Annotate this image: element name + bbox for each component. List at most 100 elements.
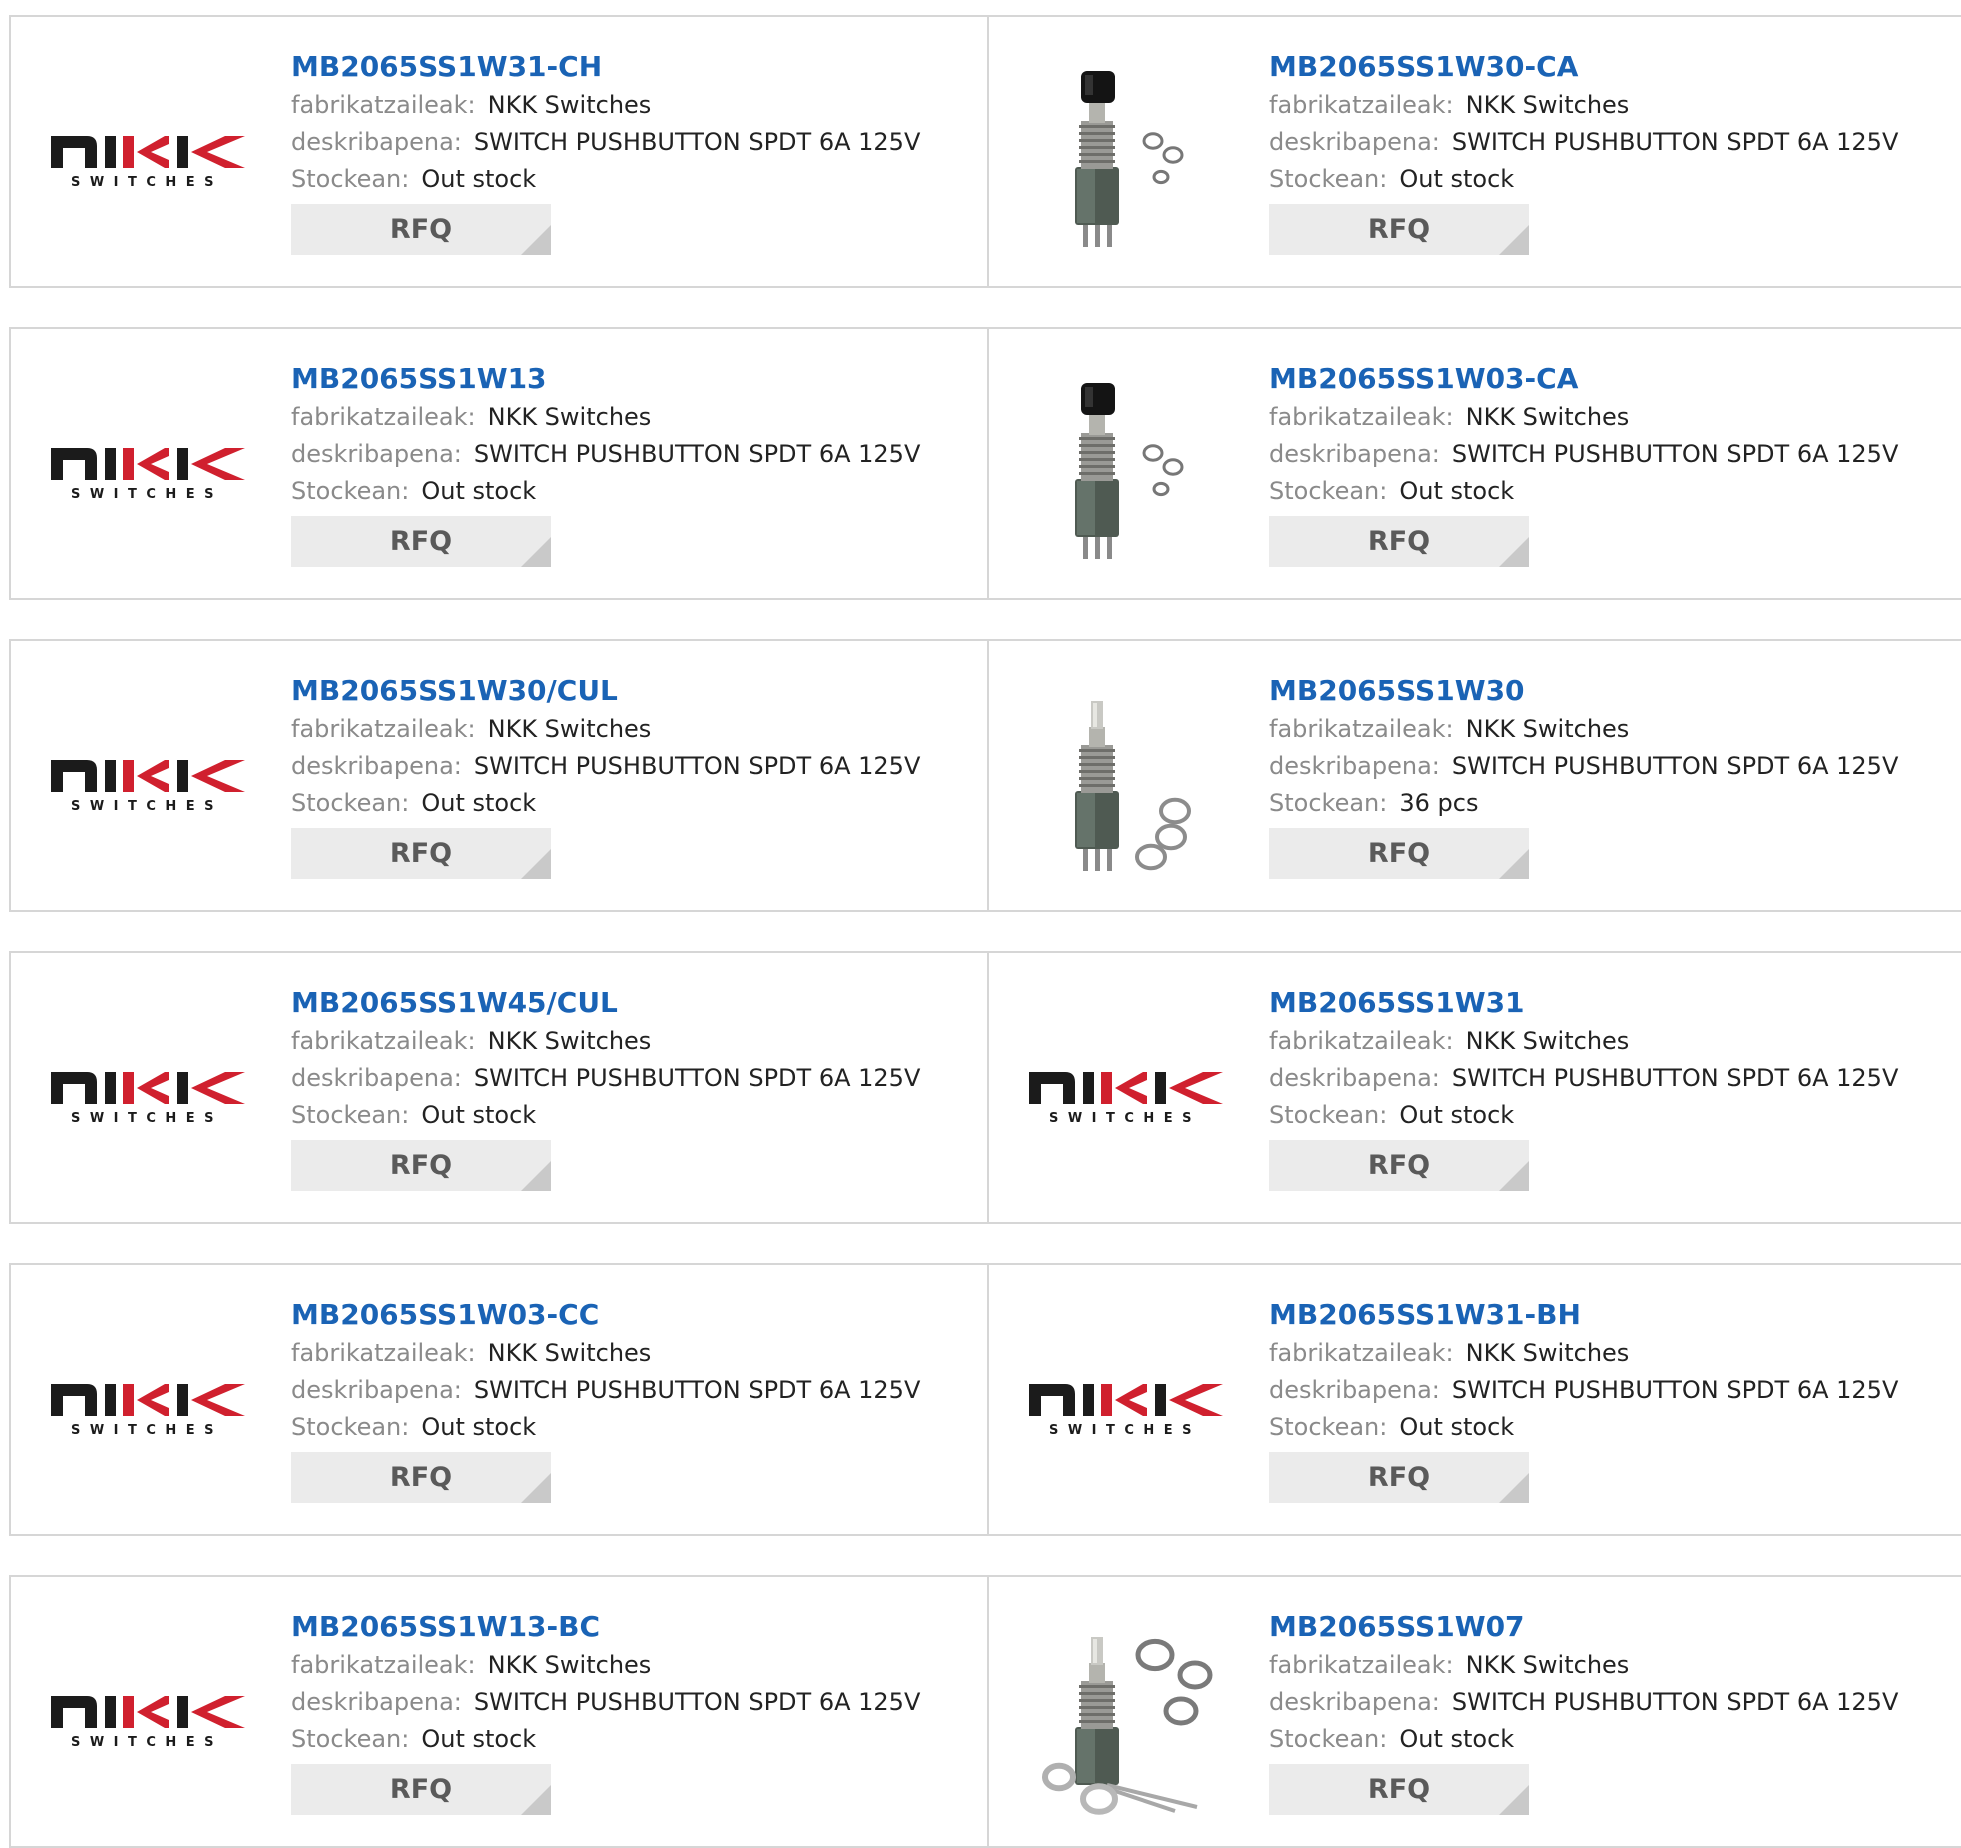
manufacturer-label: fabrikatzaileak: bbox=[1269, 91, 1454, 119]
manufacturer-value: NKK Switches bbox=[487, 1651, 652, 1679]
description-line: deskribapena: SWITCH PUSHBUTTON SPDT 6A 1… bbox=[1269, 1684, 1909, 1721]
nkk-logo[interactable]: SWITCHES bbox=[47, 367, 247, 567]
stock-label: Stockean: bbox=[1269, 477, 1388, 505]
svg-text:SWITCHES: SWITCHES bbox=[1049, 1111, 1201, 1126]
part-number-link[interactable]: MB2065SS1W45/CUL bbox=[291, 983, 931, 1023]
corner-fold-icon bbox=[1499, 1473, 1529, 1503]
rfq-button[interactable]: RFQ bbox=[291, 1764, 551, 1815]
part-number-link[interactable]: MB2065SS1W03-CA bbox=[1269, 359, 1909, 399]
rfq-button[interactable]: RFQ bbox=[1269, 1452, 1529, 1503]
svg-text:SWITCHES: SWITCHES bbox=[71, 175, 223, 190]
manufacturer-value: NKK Switches bbox=[1465, 1027, 1630, 1055]
description-value: SWITCH PUSHBUTTON SPDT 6A 125V bbox=[1451, 1688, 1899, 1716]
manufacturer-line: fabrikatzaileak: NKK Switches bbox=[1269, 1023, 1909, 1060]
stock-value: Out stock bbox=[1399, 165, 1515, 193]
product-info: MB2065SS1W03-CC fabrikatzaileak: NKK Switc… bbox=[291, 1295, 931, 1503]
product-photo[interactable] bbox=[1025, 55, 1225, 255]
manufacturer-value: NKK Switches bbox=[487, 403, 652, 431]
description-label: deskribapena: bbox=[291, 1688, 462, 1716]
rfq-button[interactable]: RFQ bbox=[291, 828, 551, 879]
stock-value: Out stock bbox=[421, 789, 537, 817]
manufacturer-line: fabrikatzaileak: NKK Switches bbox=[291, 1647, 931, 1684]
product-info: MB2065SS1W30-CA fabrikatzaileak: NKK Switc… bbox=[1269, 47, 1909, 255]
description-label: deskribapena: bbox=[1269, 128, 1440, 156]
description-value: SWITCH PUSHBUTTON SPDT 6A 125V bbox=[473, 440, 921, 468]
manufacturer-label: fabrikatzaileak: bbox=[291, 1339, 476, 1367]
stock-line: Stockean: Out stock bbox=[291, 161, 931, 198]
rfq-button[interactable]: RFQ bbox=[291, 1452, 551, 1503]
product-info: MB2065SS1W30 fabrikatzaileak: NKK Switches… bbox=[1269, 671, 1909, 879]
description-line: deskribapena: SWITCH PUSHBUTTON SPDT 6A 1… bbox=[291, 1372, 931, 1409]
description-value: SWITCH PUSHBUTTON SPDT 6A 125V bbox=[473, 1688, 921, 1716]
part-number-link[interactable]: MB2065SS1W07 bbox=[1269, 1607, 1909, 1647]
product-photo[interactable] bbox=[1025, 367, 1225, 567]
nkk-logo[interactable]: SWITCHES bbox=[47, 991, 247, 1191]
svg-text:SWITCHES: SWITCHES bbox=[71, 1423, 223, 1438]
nkk-logo[interactable]: SWITCHES bbox=[47, 679, 247, 879]
stock-value: Out stock bbox=[1399, 477, 1515, 505]
rfq-label: RFQ bbox=[1367, 214, 1431, 245]
rfq-button[interactable]: RFQ bbox=[291, 1140, 551, 1191]
part-number-link[interactable]: MB2065SS1W13 bbox=[291, 359, 931, 399]
description-label: deskribapena: bbox=[291, 128, 462, 156]
part-number-link[interactable]: MB2065SS1W31-CH bbox=[291, 47, 931, 87]
product-card: SWITCHES MB2065SS1W13 fabrikatzaileak: NKK … bbox=[11, 329, 989, 598]
nkk-logo[interactable]: SWITCHES bbox=[1025, 1303, 1225, 1503]
rfq-button[interactable]: RFQ bbox=[1269, 828, 1529, 879]
description-value: SWITCH PUSHBUTTON SPDT 6A 125V bbox=[473, 128, 921, 156]
part-number-link[interactable]: MB2065SS1W13-BC bbox=[291, 1607, 931, 1647]
corner-fold-icon bbox=[1499, 225, 1529, 255]
nkk-logo[interactable]: SWITCHES bbox=[47, 1303, 247, 1503]
manufacturer-line: fabrikatzaileak: NKK Switches bbox=[291, 711, 931, 748]
rfq-label: RFQ bbox=[1367, 1462, 1431, 1493]
rfq-button[interactable]: RFQ bbox=[1269, 1140, 1529, 1191]
part-number-link[interactable]: MB2065SS1W31 bbox=[1269, 983, 1909, 1023]
stock-line: Stockean: Out stock bbox=[291, 1721, 931, 1758]
corner-fold-icon bbox=[1499, 849, 1529, 879]
manufacturer-value: NKK Switches bbox=[487, 1339, 652, 1367]
part-number-link[interactable]: MB2065SS1W30-CA bbox=[1269, 47, 1909, 87]
rfq-button[interactable]: RFQ bbox=[1269, 1764, 1529, 1815]
description-label: deskribapena: bbox=[1269, 752, 1440, 780]
svg-text:SWITCHES: SWITCHES bbox=[71, 487, 223, 502]
manufacturer-line: fabrikatzaileak: NKK Switches bbox=[291, 1335, 931, 1372]
product-info: MB2065SS1W13 fabrikatzaileak: NKK Switches… bbox=[291, 359, 931, 567]
stock-value: 36 pcs bbox=[1399, 789, 1479, 817]
rfq-button[interactable]: RFQ bbox=[1269, 516, 1529, 567]
description-value: SWITCH PUSHBUTTON SPDT 6A 125V bbox=[473, 1376, 921, 1404]
product-photo[interactable] bbox=[1025, 1615, 1225, 1815]
part-number-link[interactable]: MB2065SS1W30/CUL bbox=[291, 671, 931, 711]
product-grid: SWITCHES MB2065SS1W31-CH fabrikatzaileak: N… bbox=[0, 0, 1961, 1848]
description-label: deskribapena: bbox=[291, 1064, 462, 1092]
description-line: deskribapena: SWITCH PUSHBUTTON SPDT 6A 1… bbox=[291, 748, 931, 785]
rfq-button[interactable]: RFQ bbox=[291, 204, 551, 255]
stock-line: Stockean: Out stock bbox=[1269, 1097, 1909, 1134]
description-value: SWITCH PUSHBUTTON SPDT 6A 125V bbox=[1451, 752, 1899, 780]
stock-line: Stockean: Out stock bbox=[1269, 161, 1909, 198]
rfq-button[interactable]: RFQ bbox=[1269, 204, 1529, 255]
nkk-logo[interactable]: SWITCHES bbox=[47, 55, 247, 255]
stock-line: Stockean: 36 pcs bbox=[1269, 785, 1909, 822]
product-photo[interactable] bbox=[1025, 679, 1225, 879]
stock-label: Stockean: bbox=[291, 1413, 410, 1441]
nkk-logo[interactable]: SWITCHES bbox=[47, 1615, 247, 1815]
product-row: SWITCHES MB2065SS1W13-BC fabrikatzaileak: N… bbox=[9, 1575, 1961, 1848]
stock-line: Stockean: Out stock bbox=[1269, 473, 1909, 510]
part-number-link[interactable]: MB2065SS1W30 bbox=[1269, 671, 1909, 711]
product-info: MB2065SS1W31-BH fabrikatzaileak: NKK Switc… bbox=[1269, 1295, 1909, 1503]
part-number-link[interactable]: MB2065SS1W31-BH bbox=[1269, 1295, 1909, 1335]
product-card: SWITCHES MB2065SS1W13-BC fabrikatzaileak: N… bbox=[11, 1577, 989, 1846]
stock-label: Stockean: bbox=[291, 789, 410, 817]
stock-label: Stockean: bbox=[291, 1101, 410, 1129]
rfq-label: RFQ bbox=[389, 1462, 453, 1493]
rfq-button[interactable]: RFQ bbox=[291, 516, 551, 567]
corner-fold-icon bbox=[521, 1473, 551, 1503]
stock-line: Stockean: Out stock bbox=[1269, 1721, 1909, 1758]
nkk-logo[interactable]: SWITCHES bbox=[1025, 991, 1225, 1191]
product-card: SWITCHES MB2065SS1W31-BH fabrikatzaileak: N… bbox=[989, 1265, 1961, 1534]
description-line: deskribapena: SWITCH PUSHBUTTON SPDT 6A 1… bbox=[291, 1060, 931, 1097]
manufacturer-value: NKK Switches bbox=[1465, 91, 1630, 119]
part-number-link[interactable]: MB2065SS1W03-CC bbox=[291, 1295, 931, 1335]
manufacturer-label: fabrikatzaileak: bbox=[291, 1651, 476, 1679]
manufacturer-label: fabrikatzaileak: bbox=[1269, 1339, 1454, 1367]
